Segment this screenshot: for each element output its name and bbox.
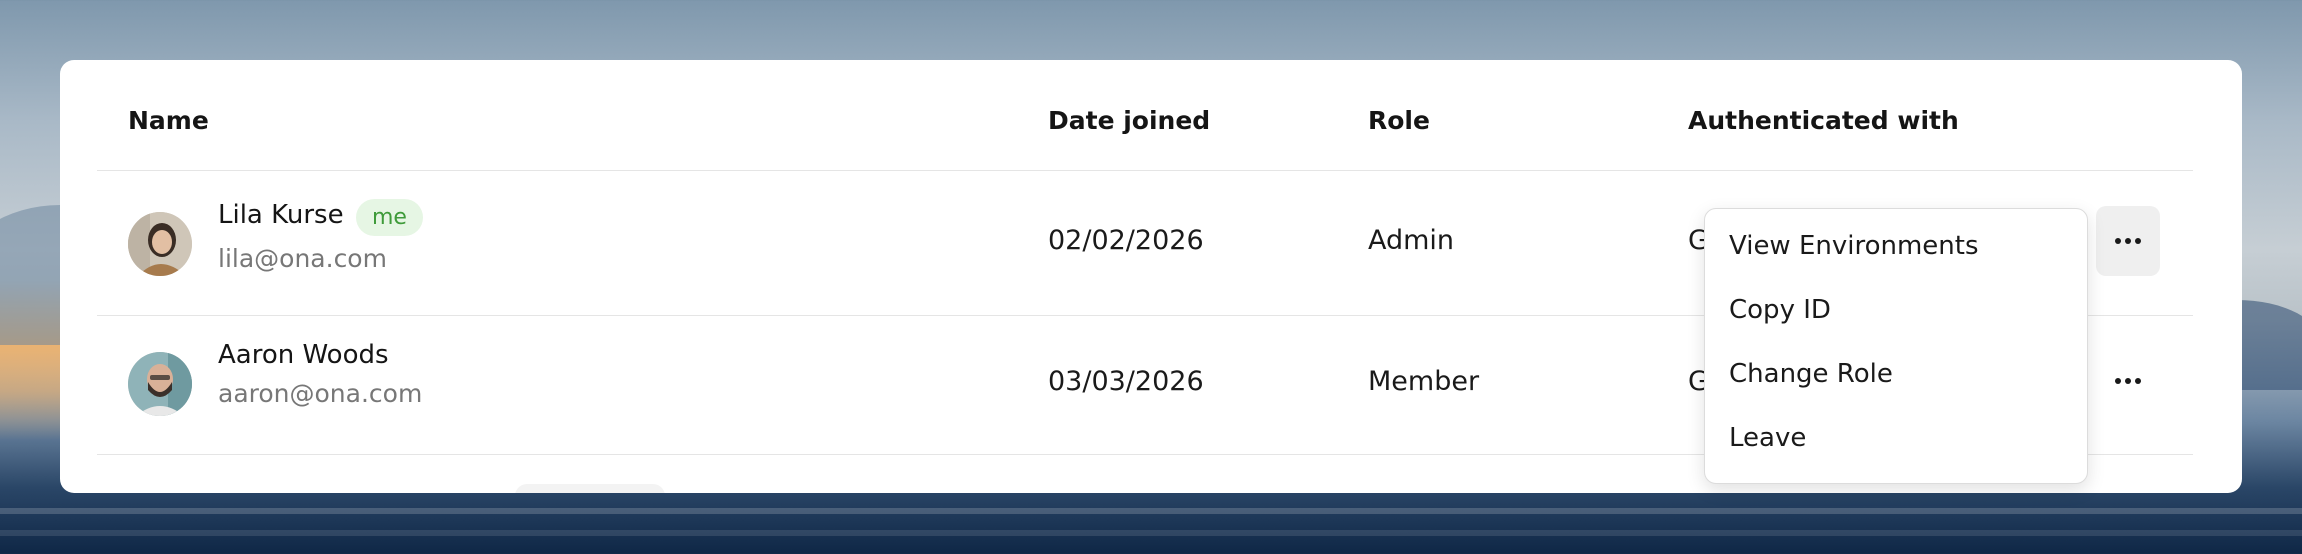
avatar bbox=[128, 212, 192, 276]
background-water-streak bbox=[0, 530, 2302, 536]
column-header-name[interactable]: Name bbox=[128, 106, 209, 135]
menu-item-view-environments[interactable]: View Environments bbox=[1729, 231, 1979, 261]
more-horizontal-icon bbox=[2115, 378, 2141, 384]
member-email: aaron@ona.com bbox=[218, 379, 423, 408]
background-water-streak bbox=[0, 508, 2302, 514]
me-badge: me bbox=[356, 199, 423, 236]
menu-item-leave[interactable]: Leave bbox=[1729, 423, 1806, 453]
member-name: Lila Kurse bbox=[218, 200, 344, 230]
avatar bbox=[128, 352, 192, 416]
date-joined: 03/03/2026 bbox=[1048, 366, 1204, 397]
partial-badge bbox=[515, 484, 665, 493]
row-actions-button[interactable] bbox=[2096, 206, 2160, 276]
column-header-authenticated-with[interactable]: Authenticated with bbox=[1688, 106, 1959, 135]
member-email: lila@ona.com bbox=[218, 244, 387, 273]
menu-item-copy-id[interactable]: Copy ID bbox=[1729, 295, 1831, 325]
row-actions-button[interactable] bbox=[2096, 346, 2160, 416]
menu-item-change-role[interactable]: Change Role bbox=[1729, 359, 1893, 389]
member-role: Admin bbox=[1368, 225, 1455, 256]
more-horizontal-icon bbox=[2115, 238, 2141, 244]
date-joined: 02/02/2026 bbox=[1048, 225, 1204, 256]
column-header-role[interactable]: Role bbox=[1368, 106, 1430, 135]
row-actions-menu: View Environments Copy ID Change Role Le… bbox=[1704, 208, 2088, 484]
member-name: Aaron Woods bbox=[218, 340, 389, 370]
table-header: Name Date joined Role Authenticated with bbox=[60, 60, 2242, 170]
member-role: Member bbox=[1368, 366, 1480, 397]
column-header-date-joined[interactable]: Date joined bbox=[1048, 106, 1210, 135]
